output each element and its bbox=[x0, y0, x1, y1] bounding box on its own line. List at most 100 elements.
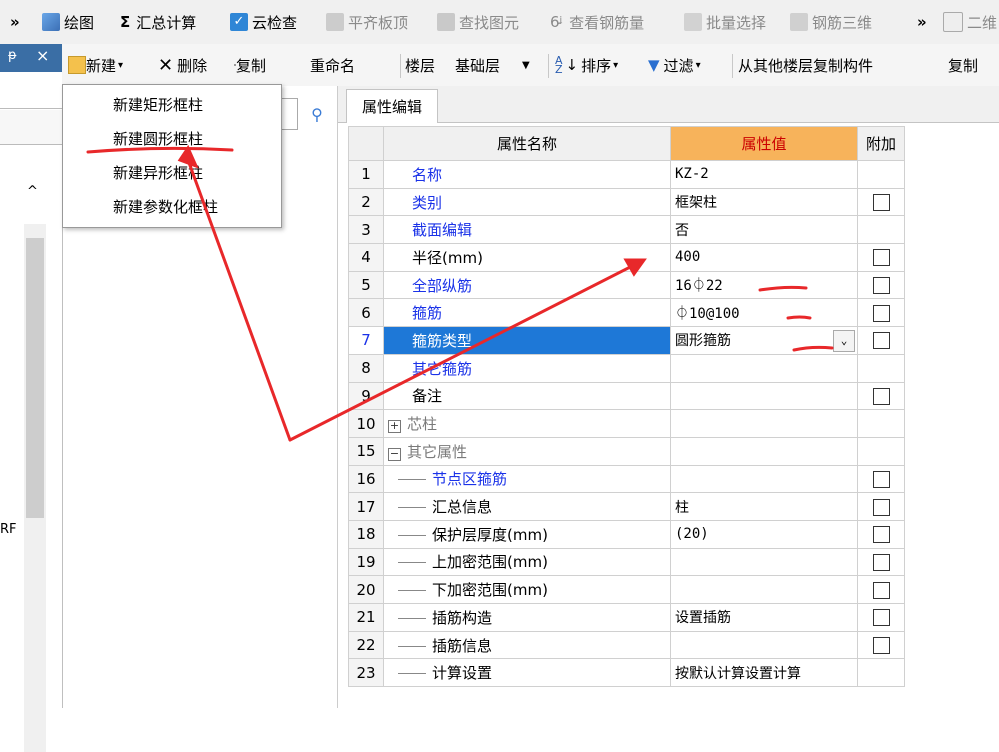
scroll-up-icon[interactable]: ^ bbox=[27, 184, 38, 199]
prop-value-cell[interactable]: 圆形箍筋 ⌄ bbox=[670, 326, 858, 355]
table-row[interactable]: 15− 其它属性 bbox=[348, 436, 905, 466]
prop-name-cell[interactable]: 节点区箍筋 bbox=[383, 464, 671, 494]
rebar-3d-button[interactable]: 钢筋三维 bbox=[790, 0, 872, 44]
prop-value-cell[interactable]: 设置插筋 bbox=[670, 603, 858, 632]
prop-value-cell[interactable] bbox=[670, 436, 858, 466]
prop-value-cell[interactable]: ⏀10@100 bbox=[670, 298, 858, 328]
copy-from-floor-button[interactable]: 从其他楼层复制构件 bbox=[738, 44, 873, 86]
sort-button[interactable]: AZ ↓ 排序 ▾ bbox=[555, 44, 618, 86]
prop-value-cell[interactable]: 框架柱 bbox=[670, 187, 858, 217]
copy-more-button[interactable]: 复制 bbox=[948, 44, 978, 86]
find-element-button[interactable]: 查找图元 bbox=[437, 0, 519, 44]
prop-value-cell[interactable]: 400 bbox=[670, 243, 858, 272]
prop-value-cell[interactable] bbox=[670, 575, 858, 604]
menu-item-new-param-column[interactable]: 新建参数化框柱 bbox=[63, 189, 281, 223]
prop-name-cell[interactable]: 计算设置 bbox=[383, 658, 671, 688]
prop-name-cell[interactable]: − 其它属性 bbox=[383, 436, 671, 466]
prop-name-cell[interactable]: 上加密范围(mm) bbox=[383, 547, 671, 577]
table-row[interactable]: 17 汇总信息 柱 bbox=[348, 492, 905, 521]
prop-value-cell[interactable]: 16⏀22 bbox=[670, 270, 858, 300]
prop-name-cell[interactable]: + 芯柱 bbox=[383, 409, 671, 438]
table-row[interactable]: 5 全部纵筋 16⏀22 bbox=[348, 270, 905, 300]
prop-value-cell[interactable] bbox=[670, 547, 858, 577]
table-row[interactable]: 19 上加密范围(mm) bbox=[348, 547, 905, 577]
prop-value-cell[interactable] bbox=[670, 409, 858, 438]
new-button[interactable]: 新建 ▾ bbox=[68, 44, 123, 86]
table-row[interactable]: 8 其它箍筋 bbox=[348, 353, 905, 383]
table-row[interactable]: 21 插筋构造 设置插筋 bbox=[348, 603, 905, 632]
table-row[interactable]: 9 备注 bbox=[348, 381, 905, 411]
floor-select[interactable]: 基础层 ▼ bbox=[455, 44, 530, 86]
filter-button[interactable]: ▼ 过滤 ▾ bbox=[648, 44, 701, 86]
chevron-down-icon[interactable]: ⌄ bbox=[833, 330, 855, 353]
view-rebar-button[interactable]: 6ᶨ 查看钢筋量 bbox=[550, 0, 644, 44]
menu-item-new-special-column[interactable]: 新建异形框柱 bbox=[63, 155, 281, 189]
table-row[interactable]: 2 类别 框架柱 bbox=[348, 187, 905, 217]
table-row[interactable]: 1 名称 KZ-2 bbox=[348, 160, 905, 189]
pin-icon[interactable]: ᵽ bbox=[8, 48, 17, 63]
prop-value-cell[interactable]: KZ-2 bbox=[670, 160, 858, 189]
cloud-check-button[interactable]: ✓ 云检查 bbox=[230, 0, 297, 44]
prop-value-cell[interactable] bbox=[670, 464, 858, 494]
prop-name-cell[interactable]: 备注 bbox=[383, 381, 671, 411]
prop-name-cell[interactable]: 类别 bbox=[383, 187, 671, 217]
extra-checkbox[interactable] bbox=[872, 249, 890, 267]
prop-value-cell[interactable] bbox=[670, 630, 858, 660]
extra-checkbox[interactable] bbox=[872, 498, 890, 516]
extra-checkbox[interactable] bbox=[872, 553, 890, 571]
scrollbar-thumb[interactable] bbox=[26, 238, 44, 518]
extra-checkbox[interactable] bbox=[872, 304, 890, 322]
prop-name-cell[interactable]: 全部纵筋 bbox=[383, 270, 671, 300]
toolbar-overflow2-button[interactable]: » bbox=[917, 0, 927, 44]
sum-calc-button[interactable]: Σ 汇总计算 bbox=[120, 0, 196, 44]
draw-button[interactable]: 绘图 bbox=[42, 0, 94, 44]
prop-value-cell[interactable]: (20) bbox=[670, 519, 858, 549]
flush-slab-button[interactable]: 平齐板顶 bbox=[326, 0, 408, 44]
prop-name-cell[interactable]: 箍筋类型 bbox=[383, 326, 671, 355]
expand-icon[interactable]: + bbox=[388, 420, 401, 434]
extra-checkbox[interactable] bbox=[872, 526, 890, 544]
prop-name-cell[interactable]: 箍筋 bbox=[383, 298, 671, 328]
prop-value-cell[interactable] bbox=[670, 381, 858, 411]
prop-value-cell[interactable]: 柱 bbox=[670, 492, 858, 521]
extra-checkbox[interactable] bbox=[872, 637, 890, 655]
table-row[interactable]: 10 + 芯柱 bbox=[348, 409, 905, 438]
extra-checkbox[interactable] bbox=[872, 332, 890, 350]
extra-checkbox[interactable] bbox=[872, 470, 890, 488]
prop-name-cell[interactable]: 半径(mm) bbox=[383, 243, 671, 272]
table-row[interactable]: 18 保护层厚度(mm) (20) bbox=[348, 519, 905, 549]
prop-value-cell[interactable] bbox=[670, 353, 858, 383]
rename-button[interactable]: 重命名 bbox=[310, 44, 355, 86]
prop-name-cell[interactable]: 下加密范围(mm) bbox=[383, 575, 671, 604]
table-row[interactable]: 22 插筋信息 bbox=[348, 630, 905, 660]
extra-checkbox[interactable] bbox=[872, 387, 890, 405]
prop-value-cell[interactable]: 按默认计算设置计算 bbox=[670, 658, 858, 688]
vertical-scrollbar[interactable] bbox=[24, 224, 46, 752]
search-icon[interactable]: ⚲ bbox=[303, 100, 331, 128]
prop-value-cell[interactable]: 否 bbox=[670, 215, 858, 245]
table-row[interactable]: 16 节点区箍筋 bbox=[348, 464, 905, 494]
extra-checkbox[interactable] bbox=[872, 609, 890, 627]
table-row[interactable]: 20 下加密范围(mm) bbox=[348, 575, 905, 604]
delete-button[interactable]: ✕ 删除 bbox=[158, 44, 207, 86]
prop-name-cell[interactable]: 截面编辑 bbox=[383, 215, 671, 245]
collapse-icon[interactable]: − bbox=[388, 447, 401, 461]
batch-select-button[interactable]: 批量选择 bbox=[684, 0, 766, 44]
table-row[interactable]: 4 半径(mm) 400 bbox=[348, 243, 905, 272]
menu-item-new-rect-column[interactable]: 新建矩形框柱 bbox=[63, 87, 281, 121]
table-row[interactable]: 3 截面编辑 否 bbox=[348, 215, 905, 245]
prop-name-cell[interactable]: 插筋信息 bbox=[383, 630, 671, 660]
prop-name-cell[interactable]: 其它箍筋 bbox=[383, 353, 671, 383]
prop-name-cell[interactable]: 汇总信息 bbox=[383, 492, 671, 521]
extra-checkbox[interactable] bbox=[872, 194, 890, 212]
toolbar-overflow-button[interactable]: » bbox=[10, 0, 20, 44]
prop-name-cell[interactable]: 保护层厚度(mm) bbox=[383, 519, 671, 549]
prop-name-cell[interactable]: 插筋构造 bbox=[383, 603, 671, 632]
copy-button[interactable]: 复制 bbox=[234, 44, 266, 86]
prop-name-cell[interactable]: 名称 bbox=[383, 160, 671, 189]
table-row[interactable]: 6 箍筋 ⏀10@100 bbox=[348, 298, 905, 328]
extra-checkbox[interactable] bbox=[872, 581, 890, 599]
menu-item-new-circle-column[interactable]: 新建圆形框柱 bbox=[63, 121, 281, 155]
close-icon[interactable]: × bbox=[36, 46, 49, 65]
extra-checkbox[interactable] bbox=[872, 277, 890, 295]
